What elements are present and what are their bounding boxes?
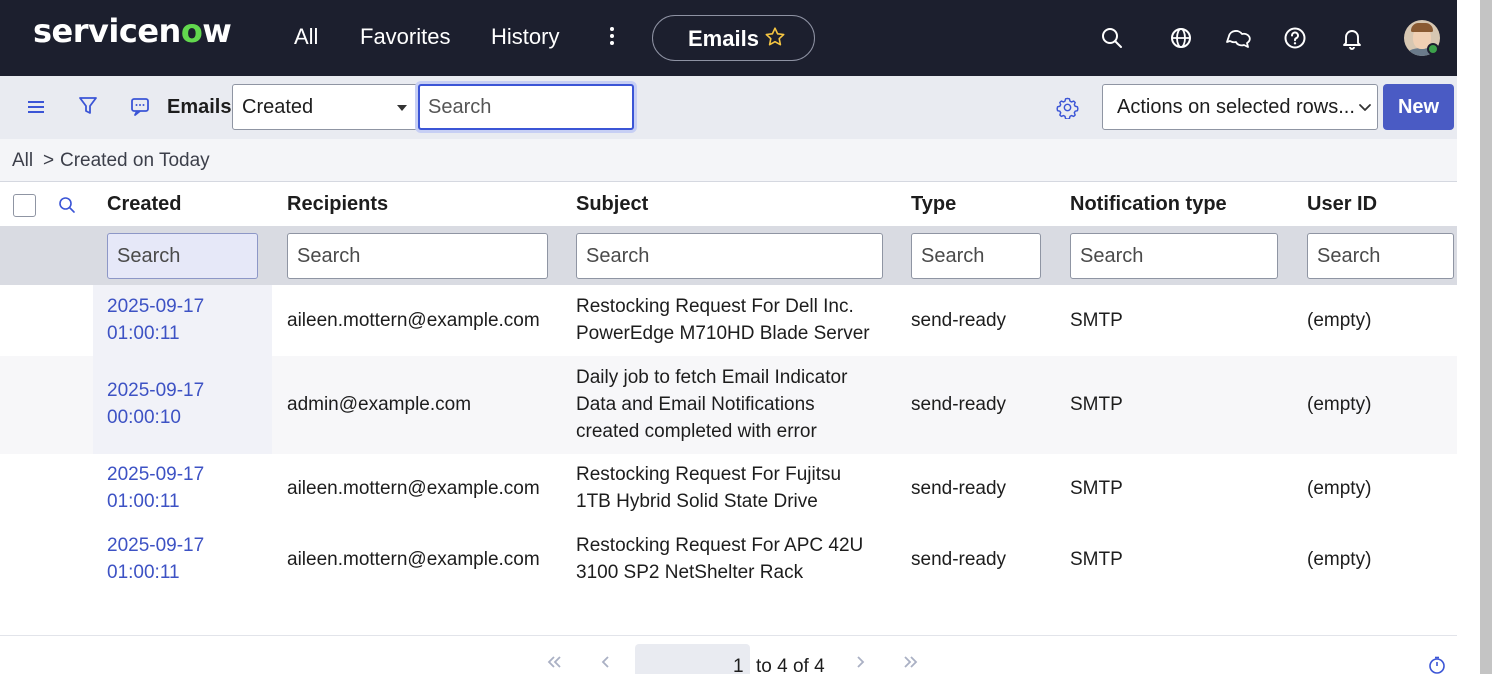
created-link[interactable]: 2025-09-17 01:00:11 xyxy=(107,532,204,586)
chat-icon[interactable] xyxy=(1225,25,1251,51)
column-header-notification-type[interactable]: Notification type xyxy=(1070,193,1227,216)
subject-cell: Restocking Request For Dell Inc. PowerEdg… xyxy=(576,296,870,344)
caret-down-icon xyxy=(397,105,407,111)
activity-stream-icon[interactable] xyxy=(129,96,151,118)
recipients-cell: aileen.mottern@example.com xyxy=(287,549,540,570)
type-cell: send-ready xyxy=(911,310,1007,331)
response-time-icon[interactable] xyxy=(1427,656,1447,674)
page-range-text: to 4 of 4 xyxy=(756,656,825,674)
type-cell: send-ready xyxy=(911,394,1007,415)
column-header-recipients[interactable]: Recipients xyxy=(287,193,388,216)
recipients-cell: admin@example.com xyxy=(287,394,472,415)
search-field-value: Created xyxy=(242,96,314,118)
help-icon[interactable] xyxy=(1282,25,1308,51)
current-page-number: 1 xyxy=(733,656,744,674)
recipients-cell: aileen.mottern@example.com xyxy=(287,310,540,331)
select-all-checkbox[interactable] xyxy=(13,194,36,217)
search-field-select[interactable]: Created xyxy=(232,84,418,130)
user-id-cell: (empty) xyxy=(1307,394,1372,415)
breadcrumb: All > Created on Today xyxy=(0,139,1457,182)
column-header-user-id[interactable]: User ID xyxy=(1307,193,1377,216)
subject-cell: Restocking Request For Fujitsu 1TB Hybrid… xyxy=(576,464,842,512)
nav-all[interactable]: All xyxy=(294,24,318,50)
notification-type-cell: SMTP xyxy=(1070,549,1123,570)
nav-history[interactable]: History xyxy=(491,24,559,50)
notification-type-cell: SMTP xyxy=(1070,478,1123,499)
column-search-row xyxy=(0,226,1457,285)
search-notification-type-input[interactable] xyxy=(1070,233,1278,279)
created-link[interactable]: 2025-09-17 01:00:11 xyxy=(107,461,204,515)
next-page-icon[interactable] xyxy=(854,655,866,669)
filter-icon[interactable] xyxy=(77,95,99,117)
recipients-cell: aileen.mottern@example.com xyxy=(287,478,540,499)
more-menu-icon[interactable] xyxy=(604,27,620,49)
column-header-created[interactable]: Created xyxy=(107,193,181,216)
notification-type-cell: SMTP xyxy=(1070,394,1123,415)
search-recipients-input[interactable] xyxy=(287,233,548,279)
actions-select-value: Actions on selected rows... xyxy=(1117,96,1355,118)
pagination-bar: 1 to 4 of 4 xyxy=(0,636,1457,674)
breadcrumb-separator: > xyxy=(43,150,55,171)
column-search-toggle-icon[interactable] xyxy=(57,195,77,215)
hamburger-menu-icon[interactable] xyxy=(26,97,46,117)
column-header-type[interactable]: Type xyxy=(911,193,956,216)
globe-icon[interactable] xyxy=(1168,25,1194,51)
chevron-down-icon xyxy=(1359,104,1371,111)
table-row[interactable]: 2025-09-17 01:00:11 aileen.mottern@exampl… xyxy=(0,525,1457,595)
table-row[interactable]: 2025-09-17 01:00:11 aileen.mottern@exampl… xyxy=(0,454,1457,525)
context-pill-label: Emails xyxy=(688,26,759,51)
list-title: Emails xyxy=(167,96,232,118)
gear-icon[interactable] xyxy=(1056,96,1079,119)
search-icon[interactable] xyxy=(1099,25,1125,51)
nav-favorites[interactable]: Favorites xyxy=(360,24,450,50)
first-page-icon[interactable] xyxy=(545,655,563,669)
subject-cell: Restocking Request For APC 42U 3100 SP2 N… xyxy=(576,535,864,583)
search-user-id-input[interactable] xyxy=(1307,233,1454,279)
breadcrumb-all[interactable]: All xyxy=(12,150,33,172)
list-search-input[interactable] xyxy=(418,84,634,130)
table-header: Created Recipients Subject Type Notifica… xyxy=(0,182,1457,226)
search-subject-input[interactable] xyxy=(576,233,883,279)
previous-page-icon[interactable] xyxy=(600,655,612,669)
search-created-input[interactable] xyxy=(107,233,258,279)
user-id-cell: (empty) xyxy=(1307,310,1372,331)
user-id-cell: (empty) xyxy=(1307,478,1372,499)
page-scrollbar-thumb[interactable] xyxy=(1480,0,1492,674)
servicenow-logo[interactable]: servicenow xyxy=(33,12,232,50)
user-id-cell: (empty) xyxy=(1307,549,1372,570)
type-cell: send-ready xyxy=(911,478,1007,499)
type-cell: send-ready xyxy=(911,549,1007,570)
subject-cell: Daily job to fetch Email Indicator Data a… xyxy=(576,367,848,442)
last-page-icon[interactable] xyxy=(902,655,920,669)
table-row[interactable]: 2025-09-17 00:00:10 admin@example.com Dai… xyxy=(0,356,1457,454)
star-icon[interactable] xyxy=(763,25,787,49)
notification-type-cell: SMTP xyxy=(1070,310,1123,331)
created-link[interactable]: 2025-09-17 01:00:11 xyxy=(107,293,204,347)
app-window: servicenow All Favorites History Emails … xyxy=(0,0,1495,674)
new-button[interactable]: New xyxy=(1383,84,1454,130)
actions-on-selected-rows-select[interactable]: Actions on selected rows... xyxy=(1102,84,1378,130)
bell-icon[interactable] xyxy=(1339,25,1365,51)
created-link[interactable]: 2025-09-17 00:00:10 xyxy=(107,377,204,431)
list-toolbar: Emails Created Actions on selected rows.… xyxy=(0,76,1457,139)
breadcrumb-filter[interactable]: Created on Today xyxy=(60,150,210,172)
table-row[interactable]: 2025-09-17 01:00:11 aileen.mottern@exampl… xyxy=(0,285,1457,356)
online-status-indicator xyxy=(1427,43,1439,55)
context-pill-emails[interactable]: Emails xyxy=(652,15,815,61)
top-header: servicenow All Favorites History Emails xyxy=(0,0,1457,76)
column-header-subject[interactable]: Subject xyxy=(576,193,648,216)
search-type-input[interactable] xyxy=(911,233,1041,279)
